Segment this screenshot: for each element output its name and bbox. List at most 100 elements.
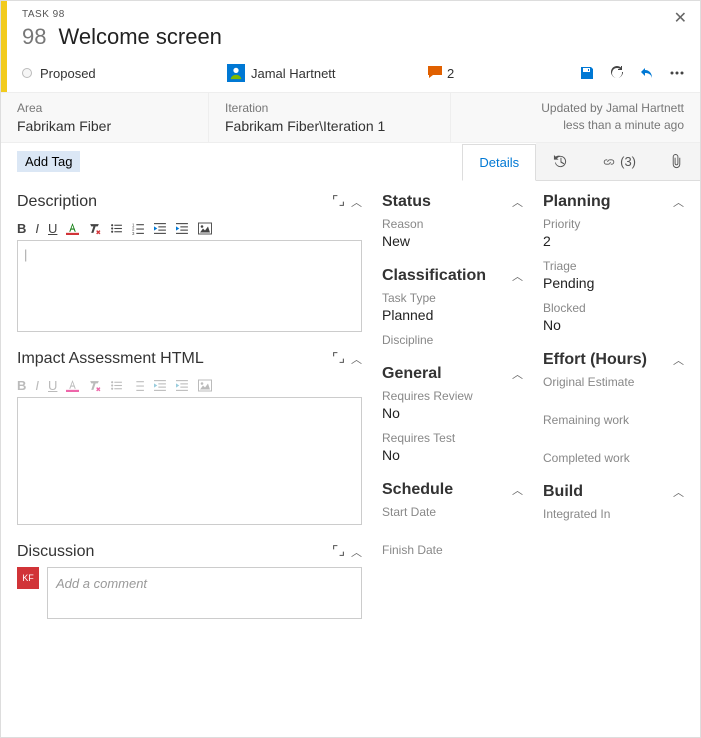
- chevron-up-icon[interactable]: ︿: [673, 194, 684, 210]
- indent-button[interactable]: [176, 222, 189, 235]
- blocked-label: Blocked: [543, 301, 684, 315]
- underline-button[interactable]: U: [48, 378, 57, 393]
- priority-label: Priority: [543, 217, 684, 231]
- chevron-up-icon[interactable]: ︿: [673, 352, 684, 368]
- task-type-label: TASK 98: [22, 9, 685, 20]
- impact-editor[interactable]: [17, 397, 362, 525]
- general-title: General: [382, 365, 512, 383]
- close-icon[interactable]: ✕: [674, 8, 687, 28]
- classification-title: Classification: [382, 267, 512, 285]
- font-color-button[interactable]: [66, 379, 79, 392]
- number-list-button[interactable]: 123: [132, 222, 145, 235]
- priority-value[interactable]: 2: [543, 233, 684, 249]
- tab-history[interactable]: [536, 143, 585, 180]
- font-color-button[interactable]: [66, 222, 79, 235]
- bold-button[interactable]: B: [17, 221, 26, 236]
- current-user-avatar: KF: [17, 567, 39, 589]
- schedule-title: Schedule: [382, 481, 512, 499]
- reqtest-label: Requires Test: [382, 431, 523, 445]
- assignee-picker[interactable]: Jamal Hartnett: [227, 64, 427, 82]
- triage-label: Triage: [543, 259, 684, 273]
- image-button[interactable]: [198, 379, 212, 392]
- updated-by: Updated by Jamal Hartnett: [467, 101, 684, 115]
- italic-button[interactable]: I: [35, 221, 39, 236]
- maximize-icon[interactable]: [332, 351, 345, 367]
- svg-text:3: 3: [132, 231, 135, 235]
- chevron-up-icon[interactable]: ︿: [351, 544, 362, 560]
- discussion-title: Discussion: [17, 543, 332, 561]
- link-icon: [602, 155, 616, 169]
- comments-count: 2: [447, 66, 454, 81]
- save-button[interactable]: [579, 65, 595, 81]
- iteration-label: Iteration: [225, 101, 434, 115]
- chevron-up-icon[interactable]: ︿: [512, 366, 523, 382]
- chevron-up-icon[interactable]: ︿: [512, 268, 523, 284]
- outdent-button[interactable]: [154, 222, 167, 235]
- maximize-icon[interactable]: [332, 194, 345, 210]
- italic-button[interactable]: I: [35, 378, 39, 393]
- completed-label: Completed work: [543, 451, 684, 465]
- clear-format-button[interactable]: [88, 379, 101, 392]
- updated-when: less than a minute ago: [467, 118, 684, 132]
- chevron-up-icon[interactable]: ︿: [512, 482, 523, 498]
- image-button[interactable]: [198, 222, 212, 235]
- number-list-button[interactable]: [132, 379, 145, 392]
- area-field[interactable]: Area Fabrikam Fiber: [1, 93, 209, 142]
- state-picker[interactable]: Proposed: [22, 66, 227, 81]
- blocked-value[interactable]: No: [543, 317, 684, 333]
- add-tag-button[interactable]: Add Tag: [17, 151, 80, 172]
- undo-button[interactable]: [639, 65, 655, 81]
- bullet-list-button[interactable]: [110, 379, 123, 392]
- chevron-up-icon[interactable]: ︿: [351, 194, 362, 210]
- indent-button[interactable]: [176, 379, 189, 392]
- chevron-up-icon[interactable]: ︿: [673, 484, 684, 500]
- reason-value[interactable]: New: [382, 233, 523, 249]
- tabs: Details (3): [462, 143, 700, 181]
- tab-details[interactable]: Details: [462, 144, 536, 181]
- updated-info: Updated by Jamal Hartnett less than a mi…: [451, 93, 700, 142]
- description-title: Description: [17, 193, 332, 211]
- area-label: Area: [17, 101, 192, 115]
- integrated-label: Integrated In: [543, 507, 684, 521]
- tab-links-count: (3): [620, 154, 636, 169]
- build-title: Build: [543, 483, 673, 501]
- toolbar-actions: [579, 65, 685, 81]
- comments-indicator[interactable]: 2: [427, 65, 507, 82]
- rte-toolbar-description: B I U 123: [17, 217, 362, 240]
- effort-title: Effort (Hours): [543, 351, 673, 369]
- chevron-up-icon[interactable]: ︿: [512, 194, 523, 210]
- clear-format-button[interactable]: [88, 222, 101, 235]
- rte-toolbar-impact: B I U: [17, 374, 362, 397]
- iteration-field[interactable]: Iteration Fabrikam Fiber\Iteration 1: [209, 93, 451, 142]
- tab-links[interactable]: (3): [585, 143, 653, 180]
- attachment-icon: [670, 154, 683, 169]
- bullet-list-button[interactable]: [110, 222, 123, 235]
- finishdate-label: Finish Date: [382, 543, 523, 557]
- tab-attachments[interactable]: [653, 143, 700, 180]
- discussion-input[interactable]: Add a comment: [47, 567, 362, 619]
- triage-value[interactable]: Pending: [543, 275, 684, 291]
- refresh-button[interactable]: [609, 65, 625, 81]
- reqtest-value[interactable]: No: [382, 447, 523, 463]
- header: TASK 98 98 Welcome screen Proposed Jamal…: [1, 1, 700, 92]
- reqreview-label: Requires Review: [382, 389, 523, 403]
- reason-label: Reason: [382, 217, 523, 231]
- maximize-icon[interactable]: [332, 544, 345, 560]
- state-dot-icon: [22, 68, 32, 78]
- discipline-label: Discipline: [382, 333, 523, 347]
- status-title: Status: [382, 193, 512, 211]
- planning-title: Planning: [543, 193, 673, 211]
- tags-area: Add Tag: [1, 143, 96, 181]
- bold-button[interactable]: B: [17, 378, 26, 393]
- task-id: 98: [22, 24, 46, 50]
- description-editor[interactable]: |: [17, 240, 362, 332]
- tasktype-value[interactable]: Planned: [382, 307, 523, 323]
- task-title[interactable]: Welcome screen: [58, 24, 221, 50]
- reqreview-value[interactable]: No: [382, 405, 523, 421]
- comment-icon: [427, 65, 443, 82]
- chevron-up-icon[interactable]: ︿: [351, 351, 362, 367]
- underline-button[interactable]: U: [48, 221, 57, 236]
- remaining-label: Remaining work: [543, 413, 684, 427]
- more-actions-button[interactable]: [669, 65, 685, 81]
- outdent-button[interactable]: [154, 379, 167, 392]
